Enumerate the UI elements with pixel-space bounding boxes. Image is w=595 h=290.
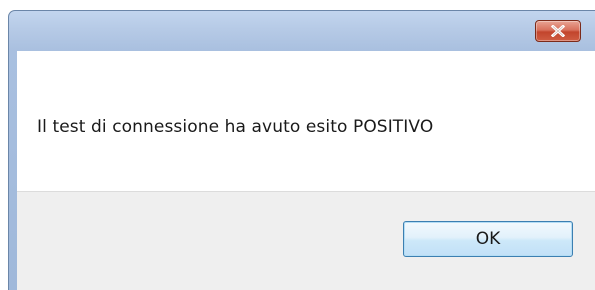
title-bar[interactable]: [8, 10, 595, 52]
ok-button[interactable]: OK: [403, 221, 573, 257]
window-frame: [8, 51, 17, 290]
button-bar: OK: [17, 191, 595, 290]
close-button[interactable]: [535, 20, 581, 42]
message-area: Il test di connessione ha avuto esito PO…: [17, 51, 595, 191]
message-dialog: Il test di connessione ha avuto esito PO…: [0, 0, 595, 290]
close-icon: [550, 25, 566, 37]
message-text: Il test di connessione ha avuto esito PO…: [37, 117, 434, 137]
